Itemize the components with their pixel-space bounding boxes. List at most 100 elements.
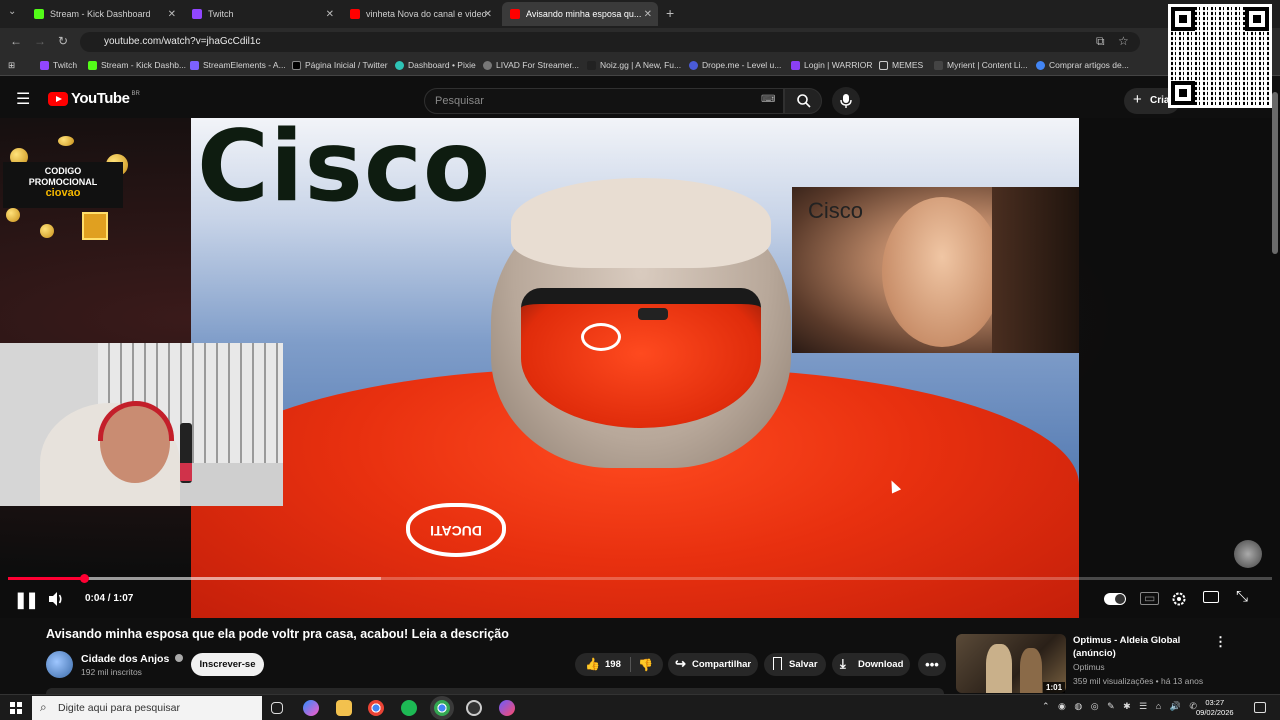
promo-banner: CODIGO PROMOCIONAL ciovao <box>3 162 123 208</box>
profile-avatar-watermark[interactable] <box>1234 540 1262 568</box>
progress-scrubber[interactable] <box>79 574 89 583</box>
captions-icon[interactable]: ▭ <box>1140 592 1160 605</box>
install-icon[interactable]: ⧉ <box>1096 34 1105 49</box>
file-explorer-icon[interactable] <box>336 700 352 716</box>
more-actions-button[interactable]: ••• <box>918 653 946 676</box>
clock-date: 09/02/2026 <box>1196 708 1234 717</box>
channel-name[interactable]: Cidade dos Anjos <box>81 653 184 665</box>
bookmark-myrient[interactable]: Myrient | Content Li... <box>934 60 1028 70</box>
page-scrollbar[interactable] <box>1272 92 1278 254</box>
bookmark-twitch[interactable]: Twitch <box>40 60 77 70</box>
close-icon[interactable]: ✕ <box>326 9 334 20</box>
tab-vinheta[interactable]: vinheta Nova do canal e video ✕ <box>342 2 498 26</box>
channel-avatar[interactable] <box>46 651 73 678</box>
url-input[interactable]: youtube.com/watch?v=jhaGcCdil1c <box>80 32 1140 52</box>
close-icon[interactable]: ✕ <box>484 9 492 20</box>
youtube-icon <box>510 9 520 19</box>
bookmark-noiz[interactable]: Noiz.gg | A New, Fu... <box>587 60 681 70</box>
promo-code: ciovao <box>45 187 81 199</box>
tab-label: Stream - Kick Dashboard <box>50 9 151 19</box>
volume-icon[interactable] <box>47 591 65 607</box>
bookmark-comprar[interactable]: Comprar artigos de... <box>1036 60 1129 70</box>
streamer-webcam <box>0 343 283 506</box>
tab-label: vinheta Nova do canal e video <box>366 9 487 19</box>
share-button[interactable]: ↪ Compartilhar <box>668 653 758 676</box>
kick-icon <box>88 60 97 70</box>
keyboard-icon[interactable]: ⌨ <box>761 94 775 105</box>
miniplayer-icon[interactable] <box>1203 591 1219 603</box>
dislike-button[interactable]: 👎 <box>633 653 663 676</box>
create-label: Cria <box>1150 95 1170 106</box>
menu-icon[interactable]: ☰ <box>16 89 30 109</box>
autoplay-toggle[interactable] <box>1104 593 1126 605</box>
reload-icon[interactable]: ↻ <box>58 34 68 48</box>
chrome-profile-icon[interactable] <box>434 700 450 716</box>
apps-icon[interactable]: ⊞ <box>8 60 15 71</box>
ducati-logo: DUCATI <box>406 503 506 557</box>
task-view-icon[interactable] <box>271 702 283 714</box>
tab-kick-dashboard[interactable]: Stream - Kick Dashboard ✕ <box>26 2 182 26</box>
like-button[interactable]: 👍 198 <box>581 653 631 676</box>
app-icon[interactable] <box>499 700 515 716</box>
folder-icon <box>879 60 888 70</box>
youtube-logo[interactable]: YouTube BR <box>48 90 140 107</box>
woman-face <box>882 197 1002 347</box>
download-button[interactable]: ⤓ Download <box>832 653 910 676</box>
settings-gear-icon[interactable] <box>1171 591 1187 607</box>
spotify-icon[interactable] <box>401 700 417 716</box>
bookmark-drope[interactable]: Drope.me - Level u... <box>689 60 781 70</box>
qr-finder <box>1171 7 1195 31</box>
bookmark-icon <box>773 657 782 670</box>
copilot-icon[interactable] <box>303 700 319 716</box>
recommended-meta: 359 mil visualizações • há 13 anos <box>1073 676 1204 686</box>
tray-icons[interactable]: ⌃ ◉ ◍ ◎ ✎ ✱ ☰ ⌂ 🔊 ✆ <box>1042 701 1200 712</box>
close-icon[interactable]: ✕ <box>644 9 652 20</box>
gift-icon <box>82 212 108 240</box>
bookmark-star-icon[interactable]: ☆ <box>1118 34 1129 48</box>
verified-icon <box>175 654 184 662</box>
tab-search-icon[interactable]: ⌄ <box>8 6 16 17</box>
voice-search-button[interactable] <box>832 87 860 115</box>
mask-logo <box>581 323 621 351</box>
bookmark-kick[interactable]: Stream - Kick Dashb... <box>88 60 186 70</box>
save-button[interactable]: Salvar <box>764 653 826 676</box>
bookmark-memes[interactable]: MEMES <box>879 60 923 70</box>
search-button[interactable] <box>784 88 822 114</box>
drope-icon <box>689 60 698 70</box>
promo-line1: CODIGO <box>44 166 82 176</box>
browser-tab-bar: ⌄ Stream - Kick Dashboard ✕ Twitch ✕ vin… <box>0 0 1280 28</box>
subscribe-button[interactable]: Inscrever-se <box>191 653 264 676</box>
recommended-more-icon[interactable]: ⋮ <box>1214 634 1227 650</box>
forward-icon[interactable]: → <box>34 34 46 48</box>
close-icon[interactable]: ✕ <box>168 9 176 20</box>
warrior-icon <box>791 60 800 70</box>
bookmark-livad[interactable]: LIVAD For Streamer... <box>483 60 579 70</box>
thumbnail-figure <box>1020 648 1042 693</box>
recommended-channel[interactable]: Optimus <box>1073 662 1105 672</box>
recommended-title[interactable]: Optimus - Aldeia Global (anúncio) <box>1073 634 1203 660</box>
obs-icon[interactable] <box>466 700 482 716</box>
video-title: Avisando minha esposa que ela pode voltr… <box>46 627 509 641</box>
bookmark-warrior[interactable]: Login | WARRIOR <box>791 60 873 70</box>
mask-vent <box>638 308 668 320</box>
back-icon[interactable]: ← <box>10 34 22 48</box>
streamelements-icon <box>190 60 199 70</box>
notification-icon[interactable] <box>1254 702 1266 713</box>
thumbs-down-icon: 👎 <box>638 658 653 672</box>
bookmark-pixie[interactable]: Dashboard • Pixie <box>395 60 476 70</box>
coin-icon <box>40 224 54 238</box>
taskbar-search-input[interactable]: ⌕ Digite aqui para pesquisar <box>32 696 262 720</box>
new-tab-button[interactable]: + <box>666 5 674 21</box>
kick-icon <box>34 9 44 19</box>
tab-avisando[interactable]: Avisando minha esposa qu... ✕ <box>502 2 658 26</box>
chrome-icon[interactable] <box>368 700 384 716</box>
taskbar-clock[interactable]: 03:27 09/02/2026 <box>1196 698 1234 718</box>
bookmark-twitter[interactable]: Página Inicial / Twitter <box>292 60 388 70</box>
tab-twitch[interactable]: Twitch ✕ <box>184 2 340 26</box>
pause-icon[interactable]: ❚❚ <box>14 590 39 610</box>
google-icon <box>1036 60 1045 70</box>
youtube-play-icon <box>48 91 68 106</box>
fullscreen-icon[interactable]: ⤡ <box>1236 588 1248 605</box>
windows-start-icon[interactable] <box>10 702 22 714</box>
bookmark-streamelements[interactable]: StreamElements - A... <box>190 60 286 70</box>
